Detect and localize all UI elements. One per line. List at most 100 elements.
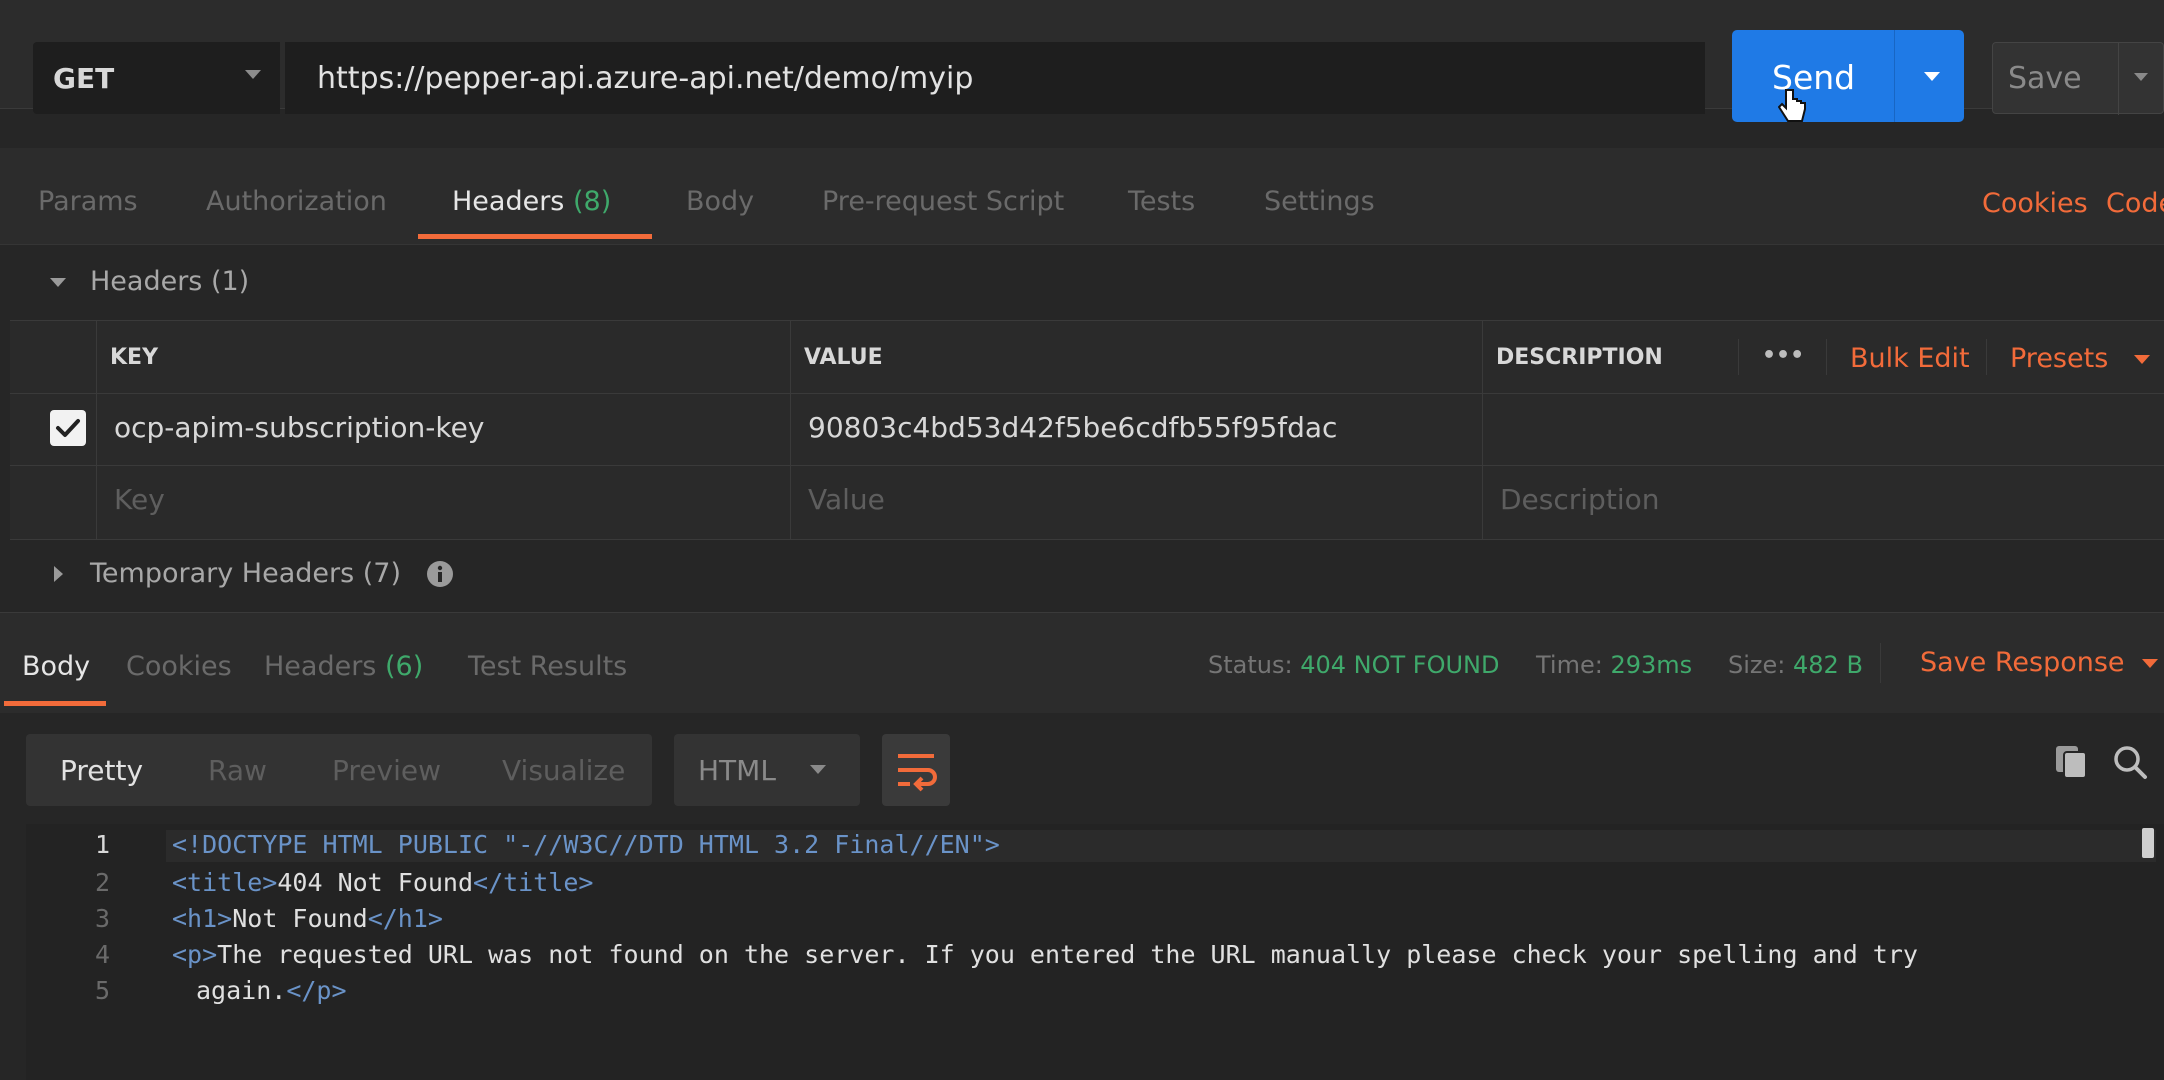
temporary-headers-toggle[interactable]: Temporary Headers (7)	[0, 540, 2164, 610]
view-mode-toggle: Pretty Raw Preview Visualize	[26, 734, 652, 806]
cookies-link[interactable]: Cookies	[1982, 188, 2088, 219]
response-bar: Body Cookies Headers (6) Test Results St…	[0, 612, 2164, 713]
time-label: Time:	[1536, 651, 1603, 679]
copy-icon[interactable]	[2054, 744, 2088, 780]
toolbar-divider	[1826, 339, 1827, 375]
line-number: 1	[94, 830, 110, 859]
code-tag: >	[984, 830, 1000, 859]
editor-scrollbar[interactable]	[2142, 828, 2154, 858]
row-divider	[10, 393, 2164, 394]
view-visualize-button[interactable]: Visualize	[502, 754, 625, 787]
save-button[interactable]: Save	[1992, 42, 2164, 115]
headers-table: KEY VALUE DESCRIPTION ••• Bulk Edit Pres…	[10, 320, 2164, 540]
header-enabled-checkbox[interactable]	[50, 410, 86, 446]
column-header-key: KEY	[110, 345, 159, 370]
new-value-input[interactable]: Value	[808, 483, 885, 516]
response-tab-headers[interactable]: Headers (6)	[264, 651, 423, 682]
save-response-chevron-icon[interactable]	[2142, 659, 2158, 668]
code-text: Not Found	[232, 904, 368, 933]
headers-section-toggle[interactable]: Headers (1)	[0, 246, 2164, 318]
code-tag: <p>	[172, 940, 218, 969]
column-header-description: DESCRIPTION	[1496, 345, 1663, 370]
language-select[interactable]: HTML	[674, 734, 860, 806]
response-active-tab-indicator	[4, 701, 106, 706]
save-divider	[2118, 43, 2119, 115]
size-readout: Size: 482 B	[1728, 651, 1863, 679]
toolbar-divider	[1738, 339, 1739, 375]
status-label: Status:	[1208, 651, 1293, 679]
code-text: again.	[196, 976, 287, 1005]
method-select[interactable]: GET	[33, 42, 280, 114]
save-options-chevron-icon[interactable]	[2134, 73, 2148, 81]
tab-params[interactable]: Params	[38, 186, 138, 217]
response-tab-test-results[interactable]: Test Results	[468, 651, 627, 682]
search-icon[interactable]	[2112, 744, 2148, 780]
code-line: <title>404 Not Found</title>	[172, 868, 593, 897]
column-divider	[790, 321, 791, 539]
active-tab-indicator	[418, 234, 652, 239]
toolbar-divider	[1880, 643, 1881, 683]
view-preview-button[interactable]: Preview	[332, 754, 441, 787]
send-button[interactable]: Send	[1732, 30, 1964, 122]
chevron-down-icon	[245, 70, 261, 79]
code-tag: <	[172, 830, 188, 859]
code-tag: </h1>	[367, 904, 443, 933]
row-divider	[10, 465, 2164, 466]
code-tag: </p>	[286, 976, 347, 1005]
toolbar-divider	[1986, 339, 1987, 375]
checkmark-icon	[56, 419, 80, 437]
presets-chevron-icon[interactable]	[2134, 355, 2150, 364]
send-divider	[1894, 30, 1895, 122]
caret-right-icon	[54, 566, 63, 582]
new-description-input[interactable]: Description	[1500, 483, 1659, 516]
bulk-edit-button[interactable]: Bulk Edit	[1850, 343, 1970, 374]
send-options-chevron-icon[interactable]	[1924, 72, 1940, 81]
info-icon[interactable]	[426, 560, 454, 588]
tab-prerequest-script[interactable]: Pre-request Script	[822, 186, 1064, 217]
tab-headers-label: Headers	[452, 186, 565, 217]
code-tag: <h1>	[172, 904, 233, 933]
response-tab-body[interactable]: Body	[22, 651, 90, 682]
status-value: 404 NOT FOUND	[1300, 651, 1500, 679]
header-value-cell[interactable]: 90803c4bd53d42f5be6cdfb55f95fdac	[808, 411, 1337, 444]
line-number: 5	[94, 976, 110, 1005]
line-number: 2	[94, 868, 110, 897]
caret-down-icon	[50, 278, 66, 287]
column-divider	[1482, 321, 1483, 539]
response-tab-headers-label: Headers	[264, 651, 377, 682]
tab-headers[interactable]: Headers (8)	[452, 186, 611, 217]
view-pretty-button[interactable]: Pretty	[60, 754, 143, 787]
presets-button[interactable]: Presets	[2010, 343, 2108, 374]
code-line: <!DOCTYPE HTML PUBLIC "-//W3C//DTD HTML …	[172, 830, 1000, 859]
code-link[interactable]: Code	[2106, 188, 2164, 219]
more-options-button[interactable]: •••	[1762, 343, 1804, 368]
tab-settings[interactable]: Settings	[1264, 186, 1375, 217]
save-label: Save	[2008, 61, 2082, 96]
line-number: 4	[94, 940, 110, 969]
code-line: again.</p>	[196, 976, 347, 1005]
tab-tests[interactable]: Tests	[1128, 186, 1195, 217]
view-raw-button[interactable]: Raw	[208, 754, 267, 787]
code-line: <p>The requested URL was not found on th…	[172, 940, 1918, 969]
headers-section-title: Headers (1)	[90, 266, 250, 297]
wrap-lines-icon	[898, 754, 937, 792]
response-body-editor[interactable]: 1 2 3 4 5 <!DOCTYPE HTML PUBLIC "-//W3C/…	[26, 824, 2164, 1080]
tab-authorization[interactable]: Authorization	[206, 186, 387, 217]
request-tabs: Params Authorization Headers (8) Body Pr…	[0, 148, 2164, 245]
size-label: Size:	[1728, 651, 1786, 679]
response-tab-headers-count: (6)	[384, 651, 424, 682]
response-tab-cookies[interactable]: Cookies	[126, 651, 232, 682]
tab-body[interactable]: Body	[686, 186, 754, 217]
header-key-cell[interactable]: ocp-apim-subscription-key	[114, 411, 484, 444]
wrap-lines-button[interactable]	[882, 734, 950, 806]
code-doctype: !DOCTYPE HTML PUBLIC "-//W3C//DTD HTML 3…	[187, 830, 985, 859]
temporary-headers-title: Temporary Headers (7)	[90, 558, 401, 589]
hand-cursor-icon	[1778, 89, 1806, 122]
line-number: 3	[94, 904, 110, 933]
new-key-input[interactable]: Key	[114, 483, 165, 516]
language-label: HTML	[698, 754, 776, 787]
size-value: 482 B	[1793, 651, 1863, 679]
method-label: GET	[53, 62, 115, 95]
url-input[interactable]	[285, 42, 1705, 114]
save-response-button[interactable]: Save Response	[1920, 647, 2125, 678]
